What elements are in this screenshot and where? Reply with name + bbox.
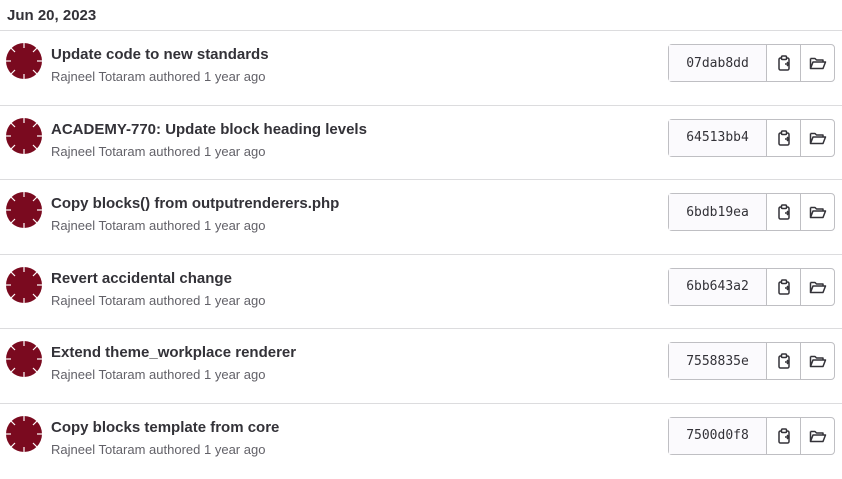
commit-row: Revert accidental change Rajneel Totaram… (0, 255, 842, 330)
commit-actions: 6bb643a2 (668, 267, 835, 306)
commit-list: Update code to new standards Rajneel Tot… (0, 31, 842, 479)
commit-meta: Rajneel Totaram authored 1 year ago (51, 442, 265, 457)
commit-author[interactable]: Rajneel Totaram (51, 218, 145, 233)
commit-meta: Rajneel Totaram authored 1 year ago (51, 218, 265, 233)
copy-sha-button[interactable] (767, 418, 800, 454)
commit-row: ACADEMY-770: Update block heading levels… (0, 106, 842, 181)
commit-actions: 07dab8dd (668, 44, 835, 82)
commit-author[interactable]: Rajneel Totaram (51, 144, 145, 159)
commit-title[interactable]: ACADEMY-770: Update block heading levels (51, 121, 367, 138)
commit-actions: 7558835e (668, 342, 835, 381)
copy-sha-button[interactable] (767, 45, 800, 81)
avatar[interactable] (6, 341, 42, 378)
commit-row: Copy blocks template from core Rajneel T… (0, 404, 842, 479)
copy-sha-button[interactable] (767, 343, 800, 379)
commit-title[interactable]: Revert accidental change (51, 270, 232, 287)
commit-meta: Rajneel Totaram authored 1 year ago (51, 69, 265, 84)
browse-files-button[interactable] (800, 417, 834, 454)
authored-label: authored (149, 292, 201, 308)
commit-row: Update code to new standards Rajneel Tot… (0, 31, 842, 106)
browse-files-button[interactable] (800, 194, 834, 231)
commit-time: 1 year ago (204, 218, 266, 234)
commit-sha[interactable]: 7500d0f8 (669, 417, 767, 454)
avatar[interactable] (6, 266, 42, 303)
commit-meta: Rajneel Totaram authored 1 year ago (51, 293, 265, 308)
browse-files-button[interactable] (800, 45, 834, 81)
commit-time: 1 year ago (204, 292, 266, 308)
commit-time: 1 year ago (204, 367, 266, 383)
commit-row: Copy blocks() from outputrenderers.php R… (0, 180, 842, 255)
browse-files-button[interactable] (800, 119, 834, 156)
commit-title[interactable]: Extend theme_workplace renderer (51, 344, 296, 361)
avatar[interactable] (6, 43, 42, 79)
commit-actions: 6bdb19ea (668, 193, 835, 232)
avatar[interactable] (6, 192, 42, 229)
copy-sha-button[interactable] (767, 120, 800, 156)
clipboard-icon (777, 353, 790, 370)
folder-open-icon (809, 206, 826, 219)
commit-actions: 64513bb4 (668, 118, 835, 157)
folder-open-icon (809, 57, 826, 70)
commit-sha[interactable]: 64513bb4 (669, 119, 767, 156)
clipboard-icon (777, 55, 790, 71)
commit-title[interactable]: Update code to new standards (51, 46, 269, 63)
commit-meta: Rajneel Totaram authored 1 year ago (51, 144, 265, 159)
commit-time: 1 year ago (204, 441, 266, 457)
commit-author[interactable]: Rajneel Totaram (51, 293, 145, 308)
browse-files-button[interactable] (800, 343, 834, 380)
folder-open-icon (809, 356, 826, 368)
clipboard-icon (777, 129, 790, 146)
authored-label: authored (149, 367, 201, 383)
browse-files-button[interactable] (800, 268, 834, 305)
authored-label: authored (149, 218, 201, 234)
clipboard-icon (777, 428, 790, 444)
commit-meta: Rajneel Totaram authored 1 year ago (51, 367, 265, 382)
clipboard-icon (777, 204, 790, 220)
folder-open-icon (809, 281, 826, 294)
commit-title[interactable]: Copy blocks template from core (51, 419, 279, 436)
date-header: Jun 20, 2023 (0, 0, 842, 31)
authored-label: authored (149, 143, 201, 159)
commit-author[interactable]: Rajneel Totaram (51, 367, 145, 382)
commit-sha[interactable]: 6bb643a2 (669, 268, 767, 305)
commit-row: Extend theme_workplace renderer Rajneel … (0, 329, 842, 404)
commit-time: 1 year ago (204, 143, 266, 159)
commit-actions: 7500d0f8 (668, 416, 835, 455)
commit-title[interactable]: Copy blocks() from outputrenderers.php (51, 195, 339, 212)
copy-sha-button[interactable] (767, 269, 800, 305)
authored-label: authored (149, 69, 201, 84)
authored-label: authored (149, 441, 201, 457)
commit-sha[interactable]: 6bdb19ea (669, 194, 767, 231)
commit-author[interactable]: Rajneel Totaram (51, 69, 145, 84)
clipboard-icon (777, 279, 790, 295)
commit-author[interactable]: Rajneel Totaram (51, 442, 145, 457)
copy-sha-button[interactable] (767, 194, 800, 230)
commit-sha[interactable]: 7558835e (669, 343, 767, 380)
folder-open-icon (809, 430, 826, 443)
avatar[interactable] (6, 117, 42, 154)
folder-open-icon (809, 132, 826, 144)
commit-time: 1 year ago (204, 69, 266, 84)
commit-sha[interactable]: 07dab8dd (669, 45, 767, 81)
avatar[interactable] (6, 415, 42, 452)
